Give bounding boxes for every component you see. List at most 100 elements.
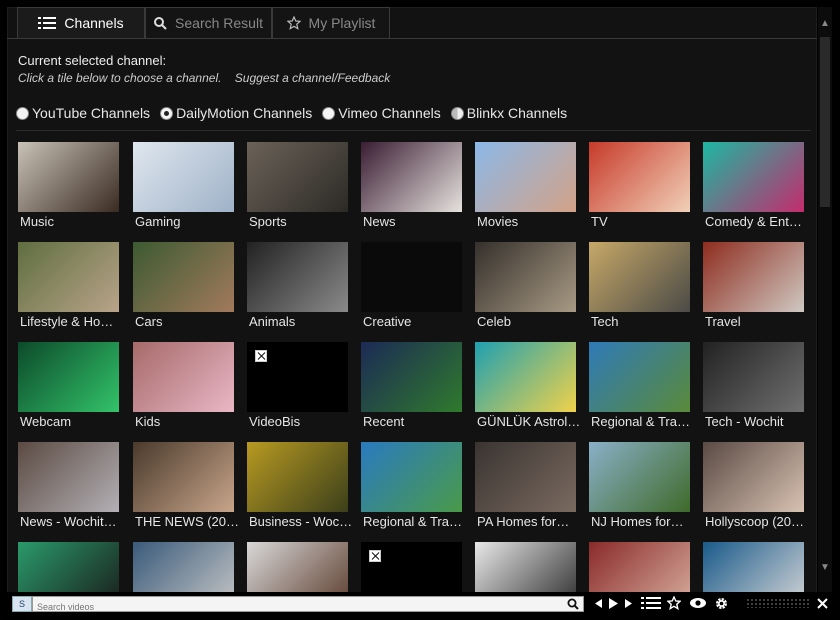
radio-button[interactable] [322, 106, 336, 120]
tab-my-playlist[interactable]: My Playlist [272, 7, 390, 38]
channel-thumbnail[interactable] [247, 342, 348, 412]
channel-label: VideoBis [249, 414, 301, 429]
previous-icon[interactable] [593, 595, 603, 611]
channel-thumbnail[interactable] [18, 142, 119, 212]
channel-tile[interactable]: Comedy & Ent… [703, 142, 804, 234]
channel-thumbnail[interactable] [247, 442, 348, 512]
channel-tile[interactable]: Webcam [18, 342, 119, 434]
channel-tile[interactable]: Business - Woc… [247, 442, 352, 534]
search-icon[interactable] [567, 598, 579, 610]
channel-thumbnail[interactable] [589, 442, 690, 512]
search-icon [154, 16, 167, 30]
channel-thumbnail[interactable] [133, 342, 234, 412]
channel-thumbnail[interactable] [18, 342, 119, 412]
playlist-icon[interactable] [640, 595, 662, 611]
scrollbar-thumb[interactable] [820, 37, 830, 207]
channel-thumbnail[interactable] [133, 242, 234, 312]
channel-thumbnail[interactable] [361, 442, 462, 512]
channel-tile[interactable]: Regional & Tra… [589, 342, 690, 434]
source-vimeo[interactable]: Vimeo Channels [322, 105, 441, 121]
tab-search-result[interactable]: Search Result [145, 7, 272, 38]
channel-tile[interactable] [247, 542, 348, 592]
channel-tile[interactable]: GÜNLÜK Astrol… [475, 342, 580, 434]
channel-tile[interactable]: Movies [475, 142, 576, 234]
channel-thumbnail[interactable] [247, 542, 348, 592]
gear-icon[interactable] [712, 595, 730, 611]
channel-tile[interactable]: Tech - Wochit [703, 342, 804, 434]
channel-thumbnail[interactable] [475, 542, 576, 592]
channel-thumbnail[interactable] [18, 442, 119, 512]
channel-tile[interactable]: Kids [133, 342, 234, 434]
channel-thumbnail[interactable] [703, 442, 804, 512]
channel-thumbnail[interactable] [18, 542, 119, 592]
channel-tile[interactable]: Animals [247, 242, 348, 334]
channel-thumbnail[interactable] [589, 242, 690, 312]
source-blinkx[interactable]: Blinkx Channels [450, 105, 567, 121]
channel-tile[interactable]: Gaming [133, 142, 234, 234]
channel-thumbnail[interactable] [361, 342, 462, 412]
channel-tile[interactable]: News - Wochit… [18, 442, 119, 534]
channel-tile[interactable]: NJ Homes for… [589, 442, 690, 534]
scroll-up-icon[interactable]: ▲ [820, 19, 830, 29]
channel-tile[interactable]: Hollyscoop (20… [703, 442, 804, 534]
channel-tile[interactable]: Travel [703, 242, 804, 334]
channel-thumbnail[interactable] [475, 442, 576, 512]
channel-tile[interactable]: Creative [361, 242, 462, 334]
channel-thumbnail[interactable] [589, 342, 690, 412]
channel-tile[interactable]: Recent [361, 342, 462, 434]
channel-tile[interactable] [361, 542, 462, 592]
resize-grip[interactable] [746, 598, 810, 608]
suggest-channel-link[interactable]: Suggest a channel/Feedback [235, 71, 390, 85]
channel-tile[interactable]: Music [18, 142, 119, 234]
channel-tile[interactable]: TV [589, 142, 690, 234]
tab-channels[interactable]: Channels [17, 7, 145, 38]
channel-thumbnail[interactable] [703, 142, 804, 212]
channel-tile[interactable] [18, 542, 119, 592]
channel-thumbnail[interactable] [361, 542, 462, 592]
next-icon[interactable] [623, 595, 633, 611]
radio-button[interactable] [450, 106, 464, 120]
channel-thumbnail[interactable] [475, 342, 576, 412]
channel-tile[interactable]: Tech [589, 242, 690, 334]
channel-thumbnail[interactable] [589, 142, 690, 212]
favorite-star-icon[interactable] [666, 595, 682, 611]
channel-thumbnail[interactable] [361, 242, 462, 312]
channel-thumbnail[interactable] [475, 242, 576, 312]
radio-button[interactable] [160, 106, 174, 120]
channel-tile[interactable] [475, 542, 576, 592]
channel-thumbnail[interactable] [247, 142, 348, 212]
channel-tile[interactable]: VideoBis [247, 342, 348, 434]
close-icon[interactable] [814, 595, 830, 611]
channel-thumbnail[interactable] [361, 142, 462, 212]
channel-tile[interactable]: Sports [247, 142, 348, 234]
search-input[interactable] [33, 600, 553, 614]
channel-thumbnail[interactable] [703, 342, 804, 412]
channel-tile[interactable] [703, 542, 804, 592]
channel-tile[interactable]: PA Homes for… [475, 442, 576, 534]
source-youtube[interactable]: YouTube Channels [16, 105, 150, 121]
channel-thumbnail[interactable] [589, 542, 690, 592]
channel-tile[interactable]: News [361, 142, 462, 234]
eye-icon[interactable] [688, 595, 708, 611]
channel-tile[interactable]: Celeb [475, 242, 576, 334]
channel-thumbnail[interactable] [133, 542, 234, 592]
play-icon[interactable] [607, 595, 619, 611]
channel-thumbnail[interactable] [247, 242, 348, 312]
channel-tile[interactable]: THE NEWS (20… [133, 442, 239, 534]
channel-thumbnail[interactable] [18, 242, 119, 312]
channel-tile[interactable]: Lifestyle & Ho… [18, 242, 119, 334]
radio-button[interactable] [16, 106, 29, 120]
channel-tile[interactable] [133, 542, 234, 592]
channel-thumbnail[interactable] [703, 242, 804, 312]
channel-label: Animals [249, 314, 296, 329]
source-dailymotion[interactable]: DailyMotion Channels [160, 105, 312, 121]
vertical-scrollbar[interactable]: ▲ ▼ [818, 7, 832, 593]
channel-thumbnail[interactable] [703, 542, 804, 592]
channel-tile[interactable]: Cars [133, 242, 234, 334]
scroll-down-icon[interactable]: ▼ [820, 563, 830, 573]
channel-tile[interactable]: Regional & Tra… [361, 442, 462, 534]
channel-thumbnail[interactable] [475, 142, 576, 212]
channel-thumbnail[interactable] [133, 442, 234, 512]
channel-tile[interactable] [589, 542, 690, 592]
channel-thumbnail[interactable] [133, 142, 234, 212]
